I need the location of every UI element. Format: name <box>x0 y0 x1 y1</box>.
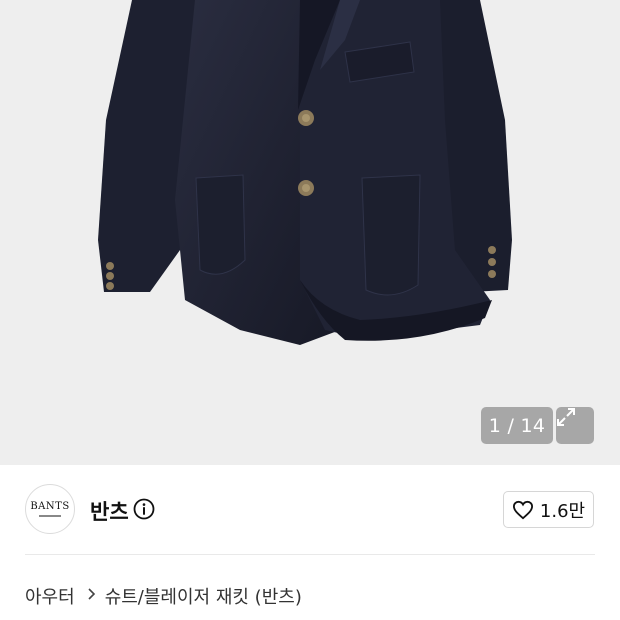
image-counter: 1 / 14 <box>481 407 553 444</box>
brand-name[interactable]: 반츠 <box>90 496 129 526</box>
brand-row: BANTS 반츠 1.6만 <box>0 466 620 554</box>
like-count: 1.6만 <box>539 500 586 522</box>
brand-logo-text: BANTS <box>30 500 70 512</box>
expand-button[interactable] <box>556 407 594 444</box>
breadcrumb: 아우터 슈트/블레이저 재킷 (반츠) <box>25 583 302 609</box>
breadcrumb-item-category[interactable]: 슈트/블레이저 재킷 (반츠) <box>105 583 302 609</box>
divider <box>25 554 595 555</box>
info-icon[interactable] <box>133 498 155 520</box>
chevron-right-icon <box>87 586 96 606</box>
brand-logo[interactable]: BANTS <box>25 484 75 534</box>
breadcrumb-item-outer[interactable]: 아우터 <box>25 583 75 609</box>
expand-icon <box>557 408 575 426</box>
product-image <box>98 0 512 345</box>
product-image-gallery[interactable]: 1 / 14 <box>0 0 620 465</box>
brand-logo-underline <box>39 514 61 517</box>
like-button[interactable]: 1.6만 <box>503 491 594 528</box>
heart-icon <box>512 500 533 519</box>
